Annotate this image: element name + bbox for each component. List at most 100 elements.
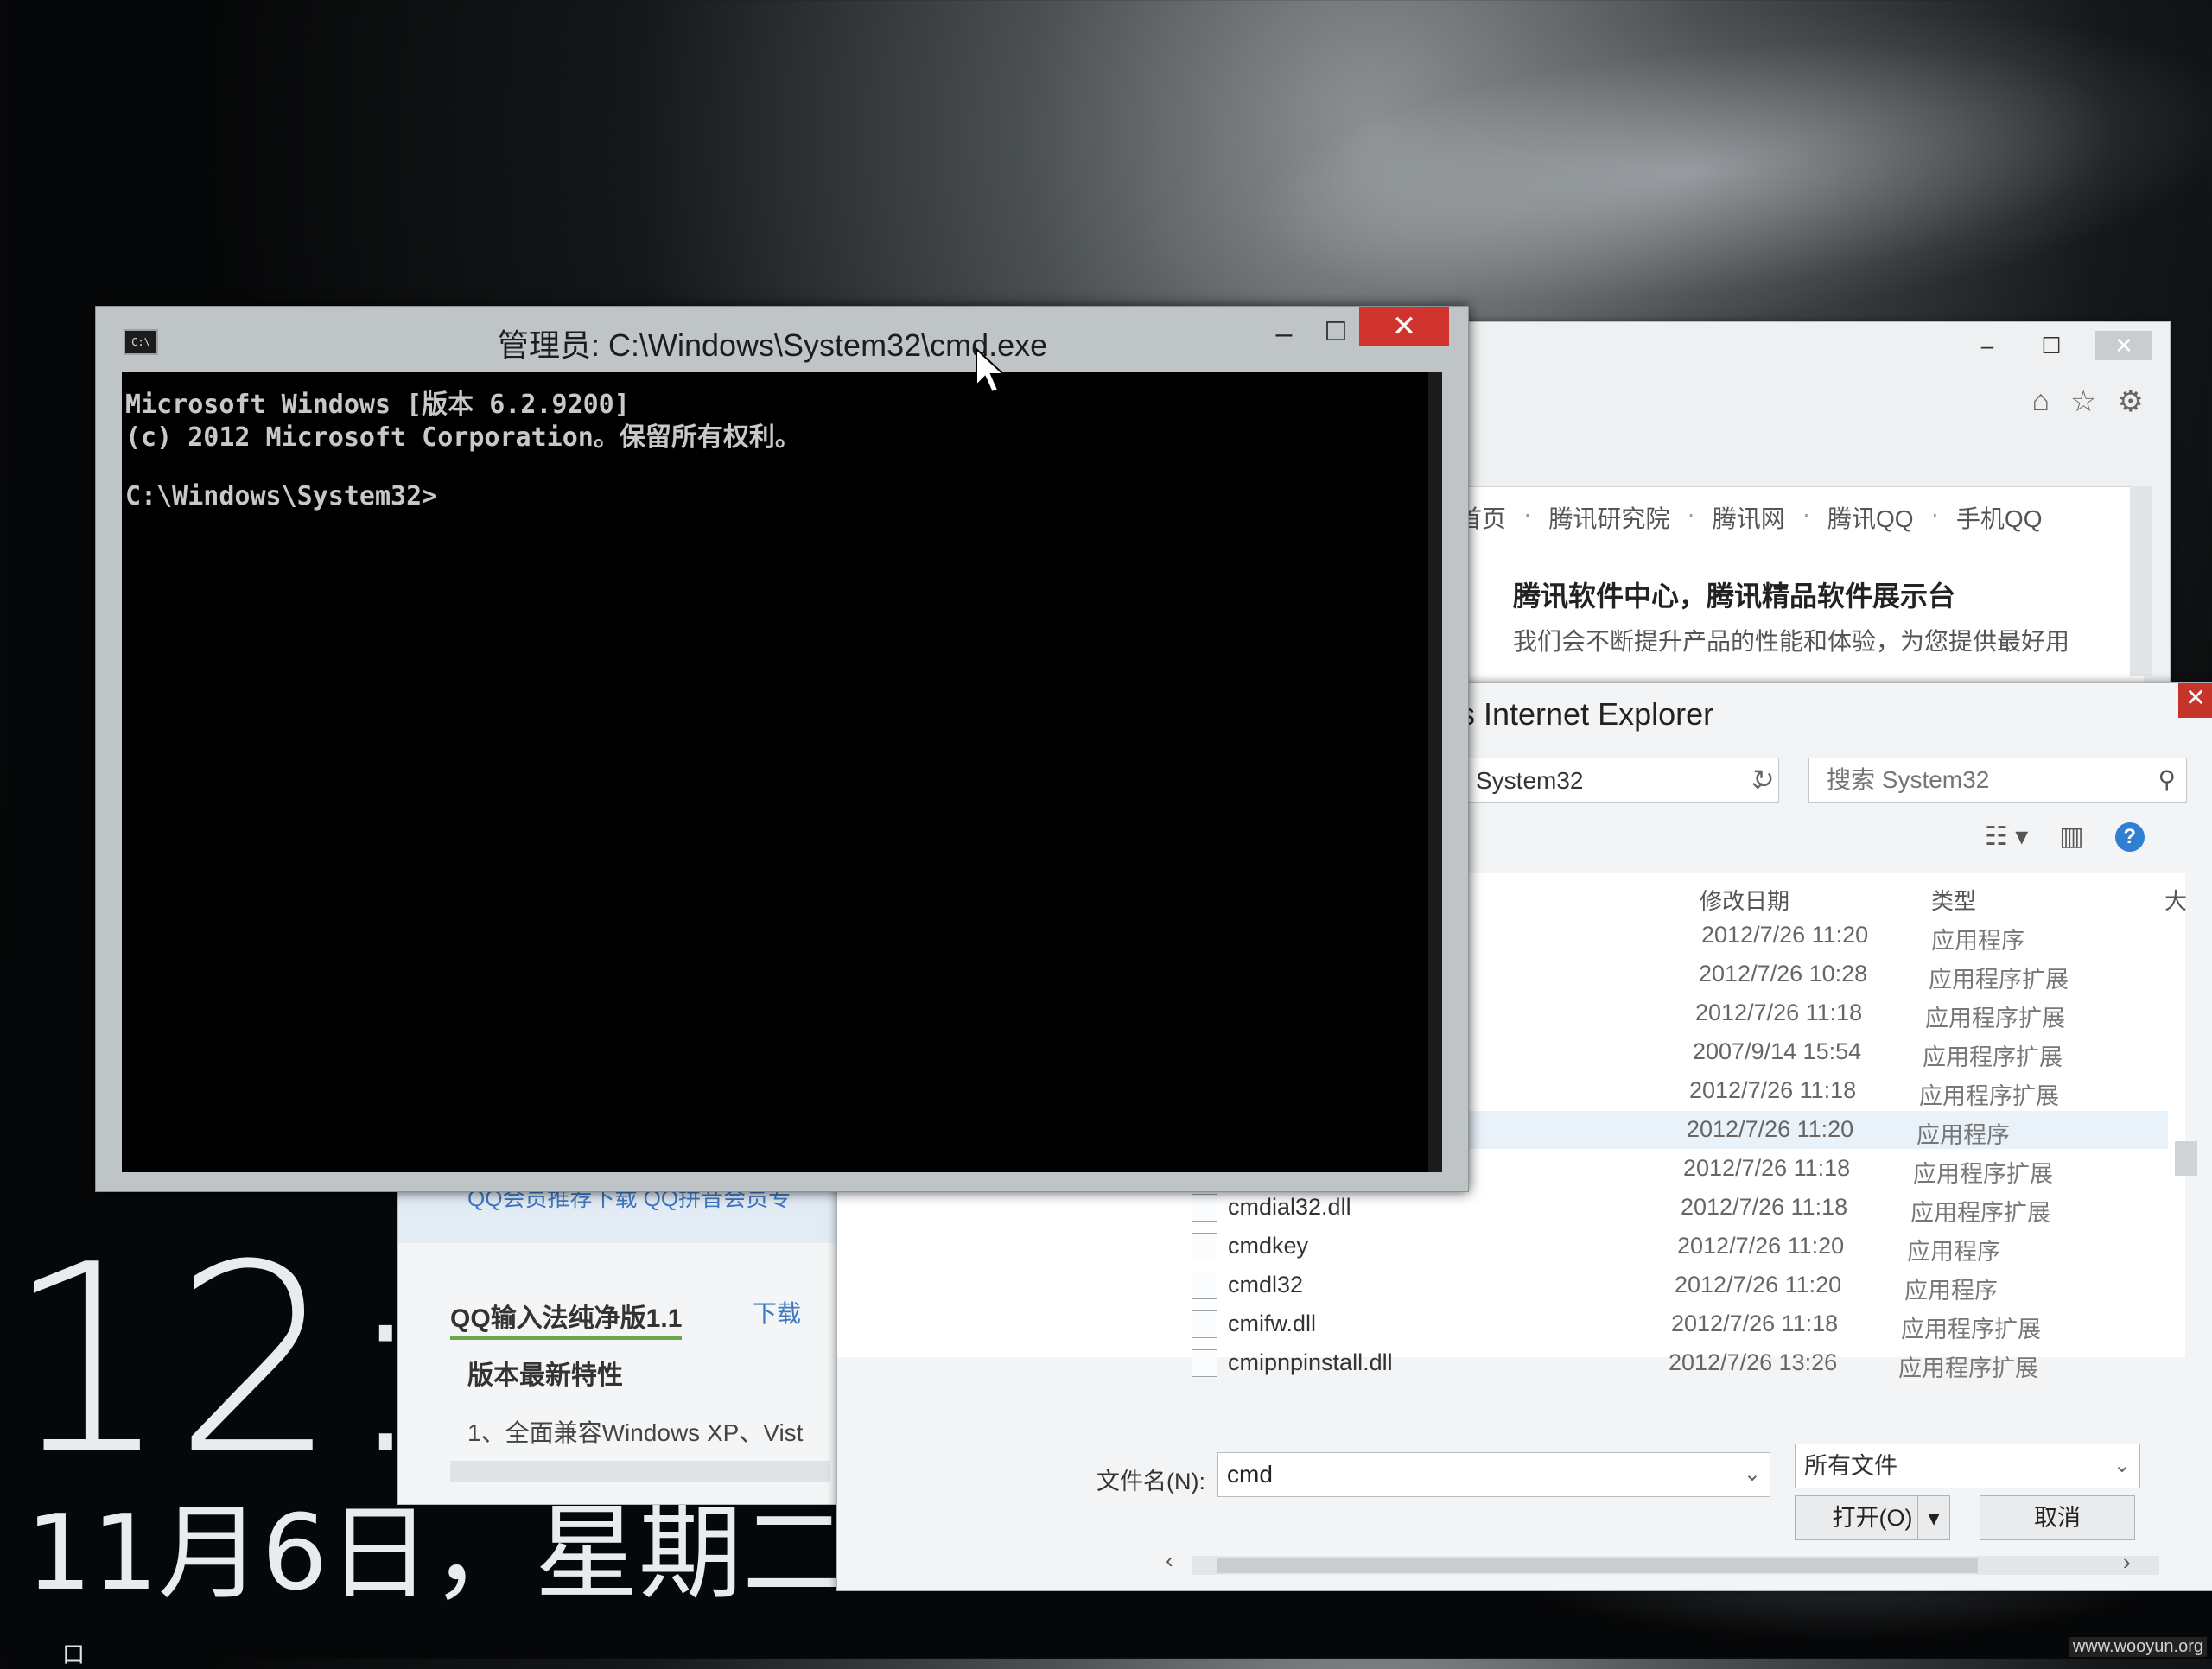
file-type: 应用程序 bbox=[1904, 1278, 1998, 1304]
file-type: 应用程序扩展 bbox=[1929, 967, 2069, 993]
file-date: 2012/7/26 11:18 bbox=[1681, 1194, 1848, 1220]
qq-download-panel: QQ会员推荐下载 QQ拼音会员专 QQ输入法纯净版1.1 下载 版本最新特性 1… bbox=[397, 1175, 840, 1505]
cancel-button[interactable]: 取消 bbox=[1980, 1495, 2135, 1540]
scroll-right-icon[interactable]: › bbox=[2123, 1549, 2131, 1576]
console-scrollbar[interactable] bbox=[1428, 372, 1442, 1172]
chevron-down-icon[interactable]: ⌄ bbox=[1744, 1462, 1761, 1487]
maximize-button[interactable]: ☐ bbox=[1314, 317, 1357, 355]
file-date: 2012/7/26 11:20 bbox=[1675, 1272, 1842, 1298]
file-type: 应用程序扩展 bbox=[1923, 1044, 2063, 1070]
nav-link-mobile-qq[interactable]: 手机QQ bbox=[1956, 500, 2043, 535]
help-icon[interactable]: ? bbox=[2114, 822, 2145, 852]
filename-field[interactable]: ⌄ bbox=[1217, 1452, 1770, 1497]
file-type: 应用程序扩展 bbox=[1901, 1317, 2041, 1342]
file-type: 应用程序 bbox=[1916, 1122, 2010, 1148]
refresh-icon[interactable]: ↻ bbox=[1746, 758, 1781, 803]
column-date[interactable]: 修改日期 bbox=[1700, 884, 1789, 916]
star-icon[interactable]: ☆ bbox=[2070, 384, 2096, 419]
file-date: 2012/7/26 11:20 bbox=[1677, 1233, 1845, 1259]
file-icon bbox=[1192, 1272, 1217, 1299]
chevron-down-icon[interactable]: ⌄ bbox=[2113, 1444, 2131, 1488]
cmd-app-icon[interactable]: C:\ bbox=[124, 329, 158, 355]
nav-link-qq[interactable]: 腾讯QQ bbox=[1827, 500, 1914, 535]
file-date: 2012/7/26 11:20 bbox=[1687, 1116, 1854, 1142]
qq-download-link[interactable]: 下载 bbox=[753, 1295, 801, 1329]
file-type: 应用程序扩展 bbox=[1925, 1006, 2065, 1031]
file-date: 2012/7/26 13:26 bbox=[1669, 1349, 1838, 1375]
console-area[interactable]: Microsoft Windows [版本 6.2.9200] (c) 2012… bbox=[122, 372, 1442, 1172]
file-type: 应用程序扩展 bbox=[1913, 1161, 2053, 1187]
qq-horizontal-scrollbar[interactable] bbox=[450, 1461, 830, 1482]
file-type: 应用程序扩展 bbox=[1910, 1200, 2050, 1226]
watermark: www.wooyun.org bbox=[2069, 1637, 2207, 1657]
file-icon bbox=[1192, 1349, 1217, 1377]
file-name: cmipnpinstall.dll bbox=[1228, 1349, 1393, 1375]
file-date: 2012/7/26 11:18 bbox=[1683, 1155, 1851, 1181]
page-subtitle: 我们会不断提升产品的性能和体验，为您提供最好用 bbox=[1513, 628, 2070, 655]
file-row[interactable]: cmdkey 2012/7/26 11:20 应用程序 bbox=[837, 1228, 2168, 1266]
search-input[interactable] bbox=[1809, 758, 2157, 802]
address-bar[interactable]: System32 ⌄ bbox=[1459, 758, 1779, 803]
lock-bottom-text: 口 bbox=[62, 1641, 86, 1667]
browser-toolbar: ⌂ ☆ ⚙ bbox=[2031, 384, 2144, 419]
browser-scrollbar[interactable] bbox=[2130, 486, 2152, 676]
scroll-thumb-vertical[interactable] bbox=[2175, 1141, 2197, 1176]
nav-link-research[interactable]: 腾讯研究院 bbox=[1548, 500, 1669, 535]
console-line: (c) 2012 Microsoft Corporation。保留所有权利。 bbox=[125, 422, 801, 453]
column-size[interactable]: 大 bbox=[2164, 884, 2187, 916]
file-row[interactable]: cmdial32.dll 2012/7/26 11:18 应用程序扩展 bbox=[837, 1189, 2168, 1227]
file-row[interactable]: cmdl32 2012/7/26 11:20 应用程序 bbox=[837, 1266, 2168, 1304]
search-box[interactable]: ⚲ bbox=[1808, 758, 2187, 803]
home-icon[interactable]: ⌂ bbox=[2031, 384, 2050, 419]
gear-icon[interactable]: ⚙ bbox=[2118, 384, 2144, 419]
cmd-titlebar[interactable]: C:\ 管理员: C:\Windows\System32\cmd.exe – ☐… bbox=[96, 307, 1468, 372]
file-name: cmdl32 bbox=[1228, 1272, 1304, 1298]
browser-minimize-button[interactable]: – bbox=[1967, 331, 2007, 360]
scroll-left-icon[interactable]: ‹ bbox=[1166, 1547, 1173, 1574]
minimize-button[interactable]: – bbox=[1262, 317, 1306, 355]
cmd-title: 管理员: C:\Windows\System32\cmd.exe bbox=[498, 327, 1048, 363]
file-date: 2012/7/26 11:18 bbox=[1671, 1310, 1839, 1336]
file-date: 2007/9/14 15:54 bbox=[1693, 1038, 1862, 1064]
browser-close-button[interactable]: ✕ bbox=[2095, 331, 2152, 360]
filetype-value: 所有文件 bbox=[1804, 1453, 1897, 1479]
file-date: 2012/7/26 11:18 bbox=[1695, 999, 1863, 1025]
file-date: 2012/7/26 11:20 bbox=[1701, 922, 1869, 948]
view-toolbar: ☷ ▾ ▥ ? bbox=[1985, 822, 2145, 852]
file-type: 应用程序 bbox=[1931, 928, 2024, 954]
file-type: 应用程序扩展 bbox=[1898, 1355, 2038, 1381]
file-icon bbox=[1192, 1194, 1217, 1222]
file-name: cmdial32.dll bbox=[1228, 1194, 1351, 1220]
view-options-icon[interactable]: ☷ ▾ bbox=[1985, 822, 2028, 852]
file-name: cmdkey bbox=[1228, 1233, 1309, 1259]
scroll-thumb[interactable] bbox=[1217, 1558, 1978, 1573]
console-prompt: C:\Windows\System32> bbox=[125, 481, 438, 511]
file-date: 2012/7/26 11:18 bbox=[1689, 1077, 1857, 1103]
preview-pane-icon[interactable]: ▥ bbox=[2059, 822, 2083, 852]
close-button[interactable]: ✕ bbox=[1359, 307, 1449, 346]
qq-feature-item: 1、全面兼容Windows XP、Vist bbox=[467, 1419, 804, 1446]
browser-window: – ☐ ✕ ⌂ ☆ ⚙ 设为首页 · 腾讯研究院 · 腾讯网 · 腾讯QQ · … bbox=[1400, 321, 2171, 686]
file-list-vertical-scrollbar[interactable] bbox=[2173, 1089, 2199, 1539]
dialog-close-button[interactable]: ✕ bbox=[2178, 683, 2212, 718]
browser-maximize-button[interactable]: ☐ bbox=[2031, 331, 2071, 360]
browser-caption-buttons: – ☐ ✕ bbox=[1967, 331, 2152, 360]
file-date: 2012/7/26 10:28 bbox=[1699, 961, 1868, 987]
filename-input[interactable] bbox=[1218, 1453, 1730, 1496]
site-nav: 设为首页 · 腾讯研究院 · 腾讯网 · 腾讯QQ · 手机QQ bbox=[1409, 500, 2042, 535]
qq-feature-heading: 版本最新特性 bbox=[467, 1361, 623, 1390]
qq-product-title[interactable]: QQ输入法纯净版1.1 bbox=[450, 1297, 683, 1340]
nav-link-tencent[interactable]: 腾讯网 bbox=[1713, 500, 1785, 535]
open-options-dropdown[interactable]: ▾ bbox=[1917, 1495, 1950, 1540]
file-row[interactable]: cmifw.dll 2012/7/26 11:18 应用程序扩展 bbox=[837, 1305, 2168, 1343]
column-type[interactable]: 类型 bbox=[1931, 884, 1976, 916]
file-list-horizontal-scrollbar[interactable] bbox=[1192, 1556, 2159, 1575]
file-icon bbox=[1192, 1310, 1217, 1338]
filetype-select[interactable]: 所有文件 ⌄ bbox=[1795, 1444, 2140, 1488]
search-icon[interactable]: ⚲ bbox=[2158, 765, 2176, 794]
file-row[interactable]: cmipnpinstall.dll 2012/7/26 13:26 应用程序扩展 bbox=[837, 1344, 2168, 1382]
file-name: cmifw.dll bbox=[1228, 1310, 1317, 1336]
page-title: 腾讯软件中心，腾讯精品软件展示台 bbox=[1513, 581, 1956, 612]
cmd-window: C:\ 管理员: C:\Windows\System32\cmd.exe – ☐… bbox=[95, 306, 1469, 1192]
file-type: 应用程序扩展 bbox=[1919, 1083, 2059, 1109]
